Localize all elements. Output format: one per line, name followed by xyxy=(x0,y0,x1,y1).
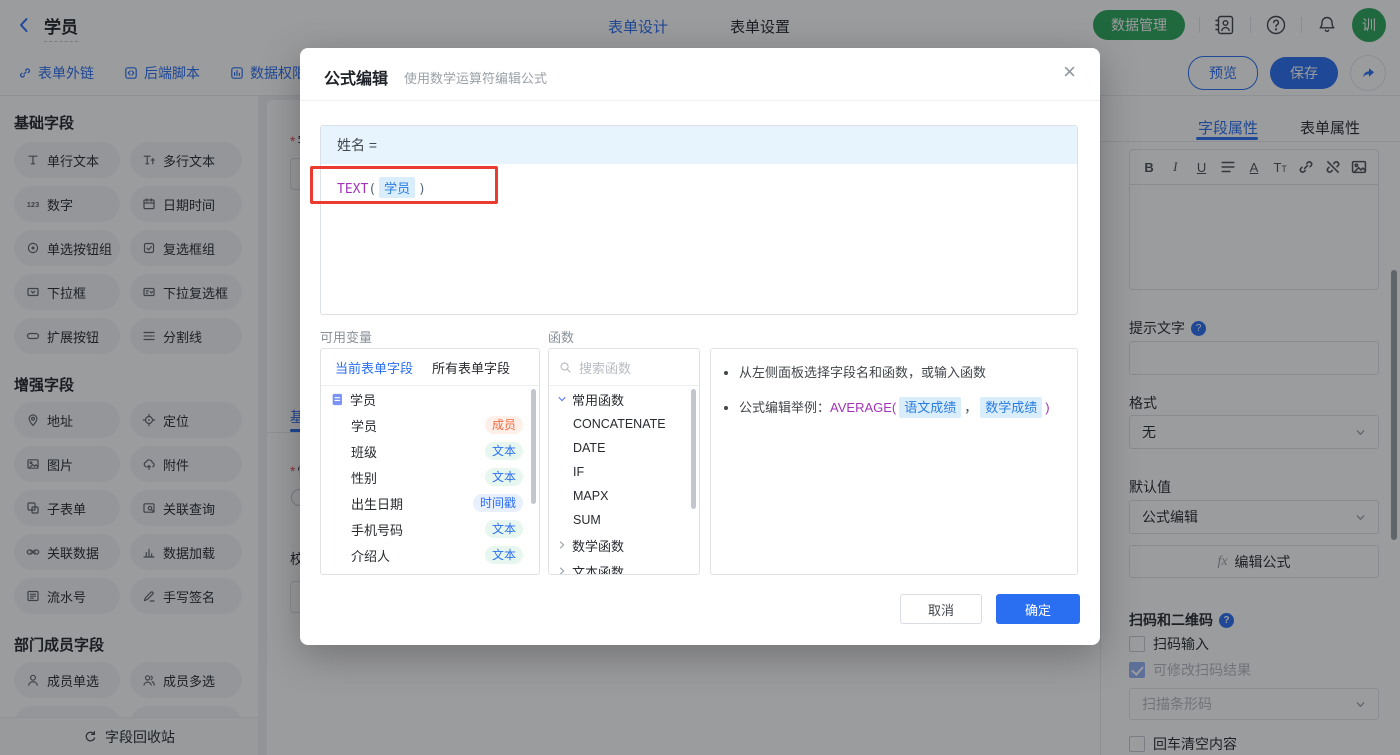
function-item-MAPX[interactable]: MAPX xyxy=(549,484,699,508)
form-icon xyxy=(331,393,344,406)
example-field-chip: 数学成绩 xyxy=(980,396,1043,418)
variable-name: 性别 xyxy=(351,470,378,486)
search-placeholder: 搜索函数 xyxy=(579,360,632,376)
variable-root-label: 学员 xyxy=(350,392,377,408)
variable-row-学员[interactable]: 学员 成员 xyxy=(321,412,539,438)
function-item-DATE[interactable]: DATE xyxy=(549,436,699,460)
variables-panel: 当前表单字段 所有表单字段 学员 学员 成员 班级 文本 性别 文本 出生日期 时间戳 手机号码文… xyxy=(320,348,540,575)
confirm-button[interactable]: 确定 xyxy=(996,594,1080,624)
chevron-right-icon xyxy=(557,540,567,550)
variable-row-班级[interactable]: 班级 文本 xyxy=(321,438,539,464)
dialog-title: 公式编辑 xyxy=(324,71,389,88)
close-icon[interactable]: × xyxy=(1063,61,1076,83)
variable-row-手机号码[interactable]: 手机号码 文本 xyxy=(321,516,539,542)
example-field-chip: 语文成绩 xyxy=(899,396,962,418)
variable-type-badge: 文本 xyxy=(484,546,523,564)
variable-type-badge: 文本 xyxy=(484,468,523,486)
app-window: 学员 表单设计 表单设置 数据管理 训 表单外链 后端脚本 数据权限 预览 保存 字… xyxy=(0,0,1400,755)
variable-name: 介绍人 xyxy=(351,548,391,564)
formula-editor[interactable]: 姓名 = TEXT(学员) xyxy=(320,125,1078,315)
formula-expression[interactable]: TEXT(学员) xyxy=(321,164,1077,211)
function-group-label: 数学函数 xyxy=(572,538,625,554)
formula-target: 姓名 = xyxy=(321,126,1077,164)
variable-row-介绍人[interactable]: 介绍人 文本 xyxy=(321,542,539,568)
variable-name: 出生日期 xyxy=(351,496,404,512)
help-tip-2: 公式编辑举例：AVERAGE(语文成绩，数学成绩) xyxy=(739,396,1063,418)
function-group-数学函数[interactable]: 数学函数 xyxy=(549,532,699,558)
function-group-label: 常用函数 xyxy=(572,392,625,408)
variables-scrollbar[interactable] xyxy=(531,389,536,504)
variables-label: 可用变量 xyxy=(320,330,373,345)
function-group-常用函数[interactable]: 常用函数 xyxy=(549,386,699,412)
variable-name: 手机号码 xyxy=(351,522,404,538)
function-item-IF[interactable]: IF xyxy=(549,460,699,484)
formula-edit-dialog: 公式编辑 使用数学运算符编辑公式 × 姓名 = TEXT(学员) 可用变量 函数… xyxy=(300,48,1100,645)
tab-current-form-fields[interactable]: 当前表单字段 xyxy=(335,358,413,377)
variable-name: 班级 xyxy=(351,444,378,460)
functions-label: 函数 xyxy=(548,330,575,345)
variable-type-badge: 时间戳 xyxy=(472,494,523,512)
function-search-input[interactable]: 搜索函数 xyxy=(549,349,699,386)
variable-type-badge: 文本 xyxy=(484,442,523,460)
search-icon xyxy=(559,361,572,374)
help-panel: 从左侧面板选择字段名和函数，或输入函数 公式编辑举例：AVERAGE(语文成绩，… xyxy=(710,348,1078,575)
function-group-文本函数[interactable]: 文本函数 xyxy=(549,558,699,575)
tab-all-form-fields[interactable]: 所有表单字段 xyxy=(432,358,510,377)
function-item-CONCATENATE[interactable]: CONCATENATE xyxy=(549,412,699,436)
chevron-right-icon xyxy=(557,566,567,574)
functions-panel: 搜索函数 常用函数 CONCATENATE DATE IF MAPX SUM 数学函数文本函… xyxy=(548,348,700,575)
variable-name: 学员 xyxy=(351,418,378,434)
variable-root-row[interactable]: 学员 xyxy=(321,386,539,412)
variable-type-badge: 成员 xyxy=(484,416,523,434)
functions-scrollbar[interactable] xyxy=(691,389,696,509)
function-item-SUM[interactable]: SUM xyxy=(549,508,699,532)
cancel-button[interactable]: 取消 xyxy=(900,594,982,624)
variable-row-性别[interactable]: 性别 文本 xyxy=(321,464,539,490)
dialog-subtitle: 使用数学运算符编辑公式 xyxy=(404,71,548,86)
formula-field-chip[interactable]: 学员 xyxy=(379,177,416,198)
variable-type-badge: 文本 xyxy=(484,520,523,538)
function-group-label: 文本函数 xyxy=(572,564,625,575)
chevron-down-icon xyxy=(557,394,567,404)
help-tip-1: 从左侧面板选择字段名和函数，或输入函数 xyxy=(739,363,1063,383)
formula-function: TEXT xyxy=(337,182,369,197)
variable-row-出生日期[interactable]: 出生日期 时间戳 xyxy=(321,490,539,516)
